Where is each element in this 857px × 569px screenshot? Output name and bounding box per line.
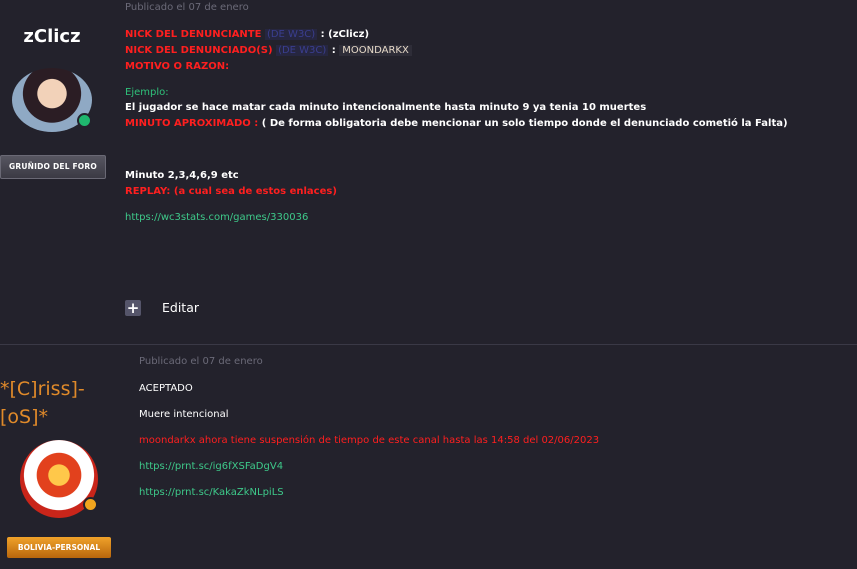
nick-denunciado-separator: : [331,45,336,56]
rank-badge: BOLIVIA-PERSONAL [7,537,111,558]
avatar[interactable] [20,440,98,518]
minuto-line: MINUTO APROXIMADO : ( De forma obligator… [125,118,788,129]
nick-denunciante-line: NICK DEL DENUNCIANTE (DE W3C) : (zClicz) [125,29,369,40]
post-2: *[C]riss]- [oS]* BOLIVIA-PERSONAL Public… [0,344,857,569]
nick-denunciante-value: : (zClicz) [320,29,370,40]
reason-text: Muere intencional [139,409,229,420]
online-status-dot [77,113,92,128]
edit-label[interactable]: Editar [162,300,199,315]
author-name[interactable]: *[C]riss]- [oS]* [0,375,110,431]
minutos-value: Minuto 2,3,4,6,9 etc [125,170,239,181]
screenshot-link-1[interactable]: https://prnt.sc/ig6fXSFaDgV4 [139,461,283,472]
minuto-label: MINUTO APROXIMADO : [125,118,259,129]
author-name[interactable]: zClicz [0,26,104,47]
ejemplo-label: Ejemplo: [125,87,169,98]
status-text: ACEPTADO [139,383,193,394]
replay-link[interactable]: https://wc3stats.com/games/330036 [125,212,308,223]
post-1: zClicz GRUÑIDO DEL FORO Publicado el 07 … [0,0,857,344]
motivo-label: MOTIVO O RAZON: [125,61,230,72]
nick-denunciado-value: MOONDARKX [339,45,412,56]
sanction-text: moondarkx ahora tiene suspensión de tiem… [139,435,600,446]
nick-denunciado-label: NICK DEL DENUNCIADO(S) [125,45,273,56]
post-date[interactable]: Publicado el 07 de enero [139,356,263,367]
nick-denunciado-line: NICK DEL DENUNCIADO(S) (DE W3C) : MOONDA… [125,45,412,56]
replay-label: REPLAY: (a cual sea de estos enlaces) [125,186,337,197]
author-name-line-1[interactable]: *[C]riss]- [0,375,110,403]
ejemplo-text: El jugador se hace matar cada minuto int… [125,102,647,113]
nick-denunciado-hint: (DE W3C) [276,45,329,56]
post-date[interactable]: Publicado el 07 de enero [125,2,249,13]
screenshot-link-2[interactable]: https://prnt.sc/KakaZkNLpiLS [139,487,284,498]
rank-badge: GRUÑIDO DEL FORO [0,155,106,179]
nick-denunciante-label: NICK DEL DENUNCIANTE [125,29,262,40]
avatar[interactable] [12,68,92,132]
plus-icon[interactable]: + [125,300,141,316]
nick-denunciante-hint: (DE W3C) [264,29,318,40]
minuto-text: ( De forma obligatoria debe mencionar un… [261,118,788,129]
author-name-line-2[interactable]: [oS]* [0,403,110,431]
online-status-dot [83,497,98,512]
